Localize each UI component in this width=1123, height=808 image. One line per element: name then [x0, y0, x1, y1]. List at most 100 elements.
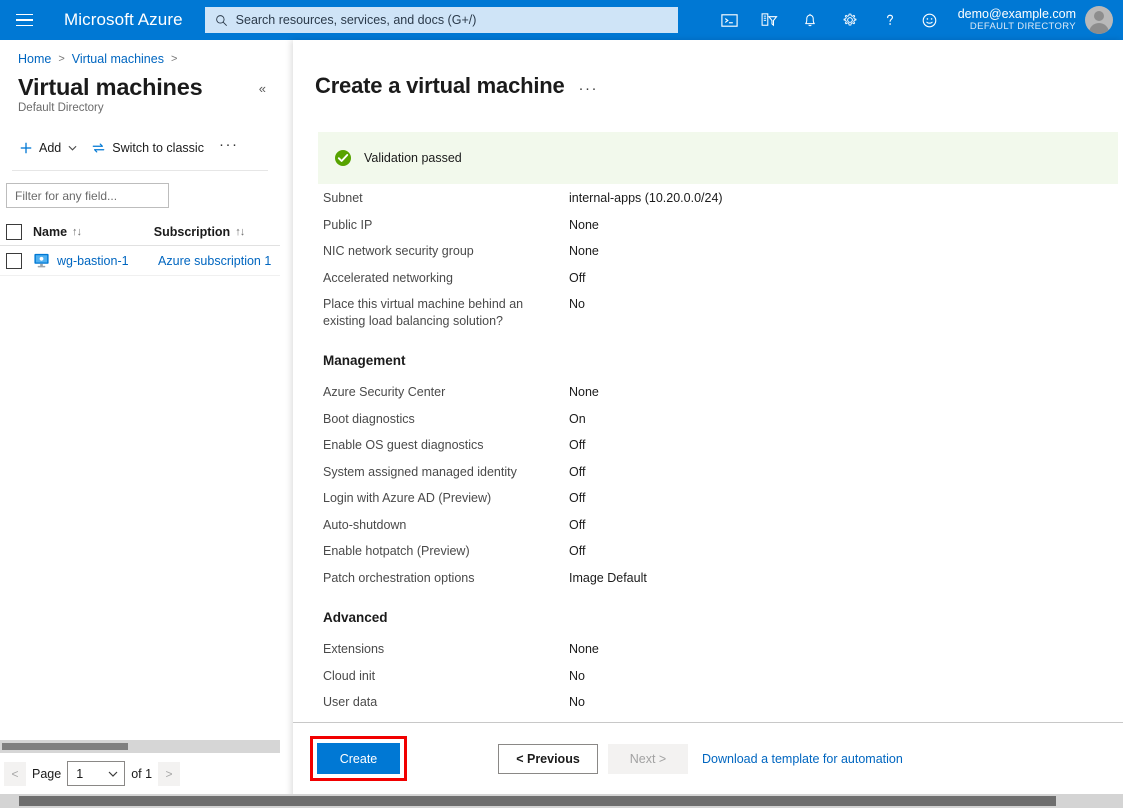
summary-value: No: [569, 695, 585, 709]
hamburger-icon[interactable]: [0, 0, 48, 40]
list-horizontal-scrollbar[interactable]: [0, 740, 280, 753]
download-template-link[interactable]: Download a template for automation: [702, 752, 903, 766]
page-title: Virtual machines: [18, 74, 203, 100]
summary-label: Enable OS guest diagnostics: [323, 438, 484, 452]
chevron-down-icon: [68, 143, 77, 153]
next-button: Next >: [608, 743, 688, 774]
row-subscription-link[interactable]: Azure subscription 1: [158, 254, 280, 268]
blade-title: Create a virtual machine: [315, 73, 565, 98]
summary-value: Image Default: [569, 570, 647, 585]
window-horizontal-scrollbar[interactable]: [0, 794, 1123, 808]
summary-row: Enable hotpatch (Preview) Off: [323, 543, 1123, 560]
create-button[interactable]: Create: [317, 743, 400, 774]
pagination: < Page 1 of 1 >: [0, 753, 280, 794]
help-question-icon[interactable]: [870, 0, 910, 40]
cloud-shell-icon[interactable]: [710, 0, 750, 40]
notifications-bell-icon[interactable]: [790, 0, 830, 40]
table-row[interactable]: wg-bastion-1 Azure subscription 1: [0, 246, 280, 276]
green-check-circle-icon: [334, 149, 352, 167]
breadcrumb-separator-icon-2: >: [170, 53, 178, 65]
global-search-placeholder: Search resources, services, and docs (G+…: [235, 13, 477, 27]
summary-value: Off: [569, 270, 586, 285]
window-scrollbar-thumb[interactable]: [19, 796, 1056, 806]
account-directory: DEFAULT DIRECTORY: [969, 20, 1076, 32]
directory-filter-icon[interactable]: [750, 0, 790, 40]
previous-button[interactable]: < Previous: [498, 743, 598, 774]
summary-label: Extensions: [323, 642, 385, 656]
summary-value: internal-apps (10.20.0.0/24): [569, 191, 723, 205]
section-title-advanced: Advanced: [323, 610, 388, 625]
global-header: Microsoft Azure Search resources, servic…: [0, 0, 1123, 40]
table-header-row: Name ↑↓ Subscription ↑↓: [0, 218, 280, 246]
virtual-machines-list-panel: Home > Virtual machines > Virtual machin…: [0, 40, 280, 808]
sort-icon: ↑↓: [235, 225, 245, 238]
summary-row: Place this virtual machine behind an exi…: [323, 296, 1123, 329]
settings-gear-icon[interactable]: [830, 0, 870, 40]
column-header-name[interactable]: Name ↑↓: [33, 225, 154, 239]
summary-label: System assigned managed identity: [323, 464, 517, 479]
plus-icon: [19, 141, 33, 155]
summary-row: Boot diagnostics On: [323, 411, 1123, 428]
summary-value: On: [569, 411, 586, 426]
summary-value: None: [569, 217, 599, 232]
list-more-commands-button[interactable]: ···: [211, 136, 247, 160]
global-search-input[interactable]: Search resources, services, and docs (G+…: [204, 7, 678, 33]
summary-label: Cloud init: [323, 668, 376, 683]
blade-more-commands-button[interactable]: ···: [579, 80, 599, 97]
breadcrumb-separator-icon: >: [58, 53, 65, 65]
page-select-value: 1: [76, 766, 84, 781]
summary-value: No: [569, 668, 585, 683]
summary-label: NIC network security group: [323, 244, 474, 258]
validation-banner: Validation passed: [318, 132, 1118, 184]
summary-row: Subnet internal-apps (10.20.0.0/24): [323, 190, 1123, 207]
summary-label: Public IP: [323, 217, 373, 232]
column-header-subscription[interactable]: Subscription ↑↓: [154, 225, 280, 239]
summary-row: Public IP None: [323, 217, 1123, 234]
breadcrumb-item-home[interactable]: Home: [18, 52, 51, 66]
list-scrollbar-thumb[interactable]: [2, 743, 128, 750]
column-header-subscription-label: Subscription: [153, 224, 231, 239]
create-button-highlight: Create: [310, 736, 407, 781]
row-checkbox[interactable]: [6, 252, 22, 269]
account-email: demo@example.com: [957, 7, 1076, 22]
summary-row: Enable OS guest diagnostics Off: [323, 437, 1123, 454]
summary-label: Azure Security Center: [323, 385, 446, 399]
next-page-button[interactable]: >: [158, 761, 181, 786]
filter-input[interactable]: [6, 183, 169, 208]
summary-value: None: [569, 385, 599, 399]
validation-message: Validation passed: [364, 151, 462, 165]
page-label: Page: [32, 766, 62, 781]
summary-row: Patch orchestration options Image Defaul…: [323, 570, 1123, 587]
virtual-machine-icon: [33, 252, 50, 269]
summary-label: Subnet: [323, 191, 363, 205]
blade-footer: Create < Previous Next > Download a temp…: [293, 722, 1123, 794]
virtual-machines-table: Name ↑↓ Subscription ↑↓ wg-bastion-1 Azu…: [0, 218, 280, 276]
switch-to-classic-button[interactable]: Switch to classic: [84, 138, 211, 158]
breadcrumb-item-virtual-machines[interactable]: Virtual machines: [72, 52, 164, 66]
select-all-checkbox[interactable]: [6, 223, 22, 240]
header-actions: demo@example.com DEFAULT DIRECTORY: [710, 0, 1123, 40]
summary-value: Off: [569, 517, 586, 532]
feedback-smiley-icon[interactable]: [910, 0, 950, 40]
column-header-name-label: Name: [33, 224, 68, 239]
summary-label: Accelerated networking: [323, 270, 453, 285]
avatar[interactable]: [1085, 6, 1113, 34]
list-toolbar: Add Switch to classic ···: [12, 124, 268, 171]
azure-brand-link[interactable]: Microsoft Azure: [64, 10, 183, 30]
summary-row: Extensions None: [323, 641, 1123, 658]
summary-value: Off: [569, 438, 586, 452]
page-count-label: of 1: [131, 766, 153, 781]
summary-label: Place this virtual machine behind an exi…: [323, 297, 524, 328]
add-button-label: Add: [39, 141, 62, 155]
collapse-panel-icon[interactable]: «: [259, 82, 266, 95]
section-title-management: Management: [323, 353, 406, 368]
summary-label: User data: [323, 695, 378, 709]
summary-value: Off: [569, 464, 586, 479]
previous-page-button[interactable]: <: [4, 761, 26, 786]
row-name-link[interactable]: wg-bastion-1: [57, 254, 158, 268]
summary-value: Off: [569, 544, 586, 558]
page-select[interactable]: 1: [67, 761, 126, 786]
account-menu[interactable]: demo@example.com DEFAULT DIRECTORY: [950, 0, 1123, 40]
add-button[interactable]: Add: [12, 138, 84, 158]
create-vm-blade: Create a virtual machine ··· Validation …: [293, 40, 1123, 808]
